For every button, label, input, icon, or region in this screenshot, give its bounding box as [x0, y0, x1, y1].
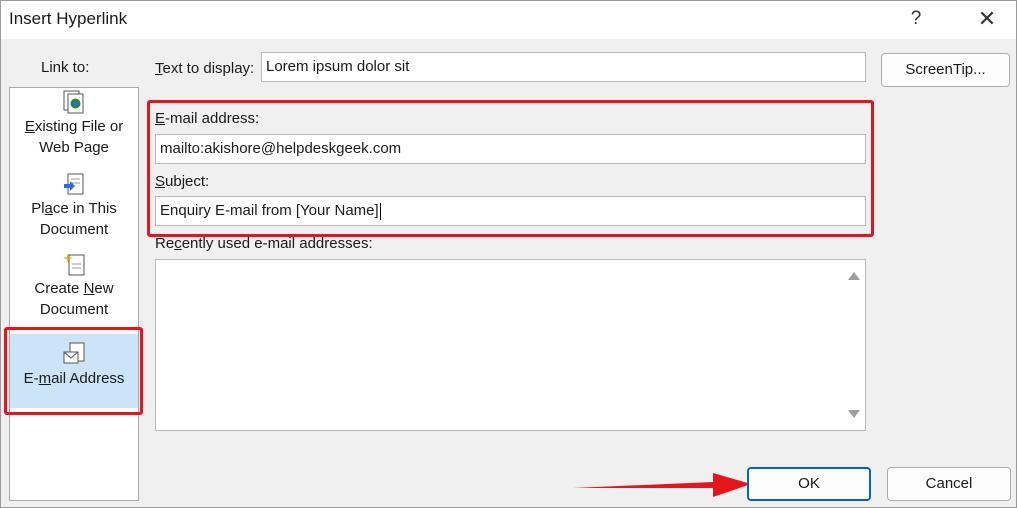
place-in-document-icon [64, 173, 84, 195]
text-display-input[interactable]: Lorem ipsum dolor sit [261, 52, 866, 82]
link-item-label: Create New [34, 280, 114, 297]
close-button[interactable]: ✕ [961, 3, 1013, 35]
web-page-icon [63, 90, 84, 114]
link-to-label: Link to: [41, 59, 90, 76]
link-item-label-2: Document [39, 301, 109, 318]
recent-list-scrollbar[interactable] [843, 260, 865, 430]
link-item-label-2: Web Page [39, 139, 109, 156]
scroll-down-arrow-icon[interactable] [848, 410, 860, 418]
help-button[interactable]: ? [899, 3, 933, 35]
text-display-label: Text to display: [155, 60, 255, 77]
red-arrow-icon [573, 473, 751, 497]
recent-addresses-list[interactable] [155, 259, 866, 431]
dialog-title: Insert Hyperlink [9, 9, 128, 28]
ok-button[interactable]: OK [747, 467, 871, 501]
title-bar: Insert Hyperlink ? ✕ [1, 1, 1016, 39]
screentip-button[interactable]: ScreenTip... [881, 53, 1010, 87]
insert-hyperlink-dialog: Insert Hyperlink ? ✕ Link to: Existing F… [0, 0, 1017, 508]
link-item-label-2: Document [39, 221, 109, 238]
email-address-input[interactable]: mailto:akishore@helpdeskgeek.com [155, 134, 866, 164]
link-item-place-in-document[interactable]: Place in This Document [10, 172, 138, 248]
cancel-button[interactable]: Cancel [887, 467, 1011, 501]
email-address-highlight [4, 327, 143, 415]
text-caret [379, 202, 381, 220]
subject-label: Subject: [155, 173, 210, 190]
link-item-existing-file[interactable]: Existing File or Web Page [10, 90, 138, 166]
recent-addresses-label: Recently used e-mail addresses: [155, 235, 373, 252]
subject-input[interactable]: Enquiry E-mail from [Your Name] [155, 196, 866, 226]
link-item-create-new[interactable]: Create New Document [10, 252, 138, 328]
link-item-label: Place in This [31, 200, 117, 217]
link-to-bar: Existing File or Web Page Place in This … [9, 87, 139, 501]
email-address-label: E-mail address: [155, 110, 260, 127]
subject-value: Enquiry E-mail from [Your Name] [160, 202, 379, 219]
scroll-up-arrow-icon[interactable] [848, 272, 860, 280]
link-item-label: Existing File or [24, 118, 124, 135]
new-document-icon [63, 253, 85, 276]
